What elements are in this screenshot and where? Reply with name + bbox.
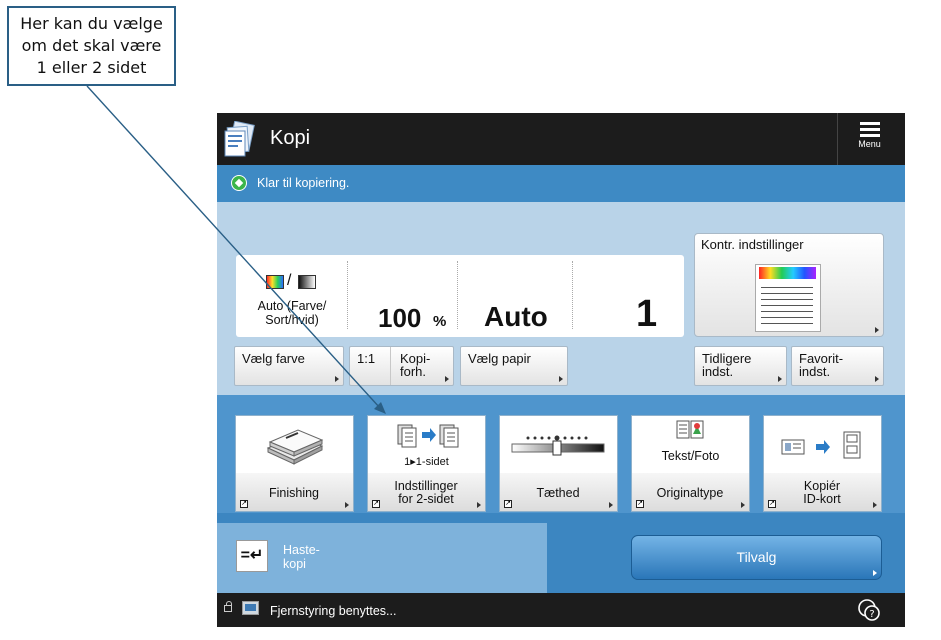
copier-screen: Kopi Menu Klar til kopiering. / Auto (Fa… [217, 113, 905, 627]
ratio-1-1-label: 1:1 [357, 351, 376, 366]
footer-status: Fjernstyring benyttes... [270, 604, 397, 618]
menu-icon [859, 122, 880, 137]
select-color-label: Vælg farve [242, 351, 305, 366]
svg-text:?: ? [869, 609, 874, 620]
id-card-copy-icon [781, 431, 861, 459]
original-type-current: Tekst/Foto [661, 449, 720, 463]
original-type-button[interactable]: Tekst/Foto Originaltype ↗ [631, 415, 750, 512]
copy-settings-summary: / Auto (Farve/ Sort/hvid) 100 % Auto 1 [236, 255, 684, 337]
favorite-settings-label: Favorit- indst. [799, 351, 844, 379]
favorite-settings-button[interactable]: Favorit- indst. [791, 346, 884, 386]
id-card-copy-label: Kopiér ID-kort [803, 479, 841, 506]
select-color-button[interactable]: Vælg farve [234, 346, 344, 386]
finishing-icon [266, 429, 324, 465]
density-icon [511, 435, 605, 456]
density-button[interactable]: Tæthed ↗ [499, 415, 618, 512]
menu-label: Menu [858, 139, 881, 149]
copy-app-icon [224, 121, 255, 157]
express-copy-label[interactable]: Haste- kopi [283, 543, 320, 571]
callout-line-3: 1 eller 2 sidet [36, 58, 147, 77]
original-type-label: Originaltype [656, 486, 724, 500]
annotation-callout: Her kan du vælge om det skal være 1 elle… [7, 6, 176, 86]
menu-button[interactable]: Menu [837, 113, 901, 165]
status-message: Klar til kopiering. [257, 176, 350, 190]
density-label: Tæthed [536, 486, 580, 500]
copy-ratio-label: Kopi- forh. [400, 351, 431, 379]
title-bar: Kopi Menu [217, 113, 905, 165]
check-settings-button[interactable]: Kontr. indstillinger [694, 233, 884, 337]
status-bar: Klar til kopiering. [217, 165, 905, 202]
callout-line-2: om det skal være [21, 36, 162, 55]
select-paper-label: Vælg papir [468, 351, 531, 366]
zoom-unit: % [433, 313, 447, 330]
copy-quantity: 1 [636, 293, 658, 335]
options-label: Tilvalg [736, 549, 777, 565]
remote-monitor-icon [242, 601, 259, 615]
paper-value: Auto [484, 301, 548, 332]
check-settings-label: Kontr. indstillinger [701, 237, 804, 252]
original-type-icon [676, 420, 704, 439]
color-mode-icon: / [266, 272, 326, 289]
zoom-value: 100 [378, 303, 422, 333]
two-sided-current: 1▸1-sidet [404, 456, 449, 468]
lock-icon [224, 601, 232, 612]
ready-icon [231, 175, 247, 191]
previous-settings-label: Tidligere indst. [702, 351, 752, 379]
callout-line-1: Her kan du vælge [20, 14, 163, 33]
app-title: Kopi [270, 127, 311, 149]
id-card-copy-button[interactable]: Kopiér ID-kort ↗ [763, 415, 882, 512]
color-mode-value: Auto (Farve/ Sort/hvid) [257, 299, 327, 327]
document-preview-icon [755, 264, 821, 332]
two-sided-label: Indstillinger for 2-sidet [394, 479, 458, 506]
two-sided-settings-button[interactable]: 1▸1-sidet Indstillinger for 2-sidet ↗ [367, 415, 486, 512]
previous-settings-button[interactable]: Tidligere indst. [694, 346, 787, 386]
express-copy-icon[interactable]: =↵ [236, 540, 268, 572]
footer-bar: Fjernstyring benyttes... ? [217, 593, 905, 627]
options-button[interactable]: Tilvalg [631, 535, 882, 580]
two-sided-icon [397, 424, 459, 448]
help-icon[interactable]: ? [857, 598, 881, 622]
finishing-button[interactable]: Finishing ↗ [235, 415, 354, 512]
copy-ratio-button[interactable]: 1:1 Kopi- forh. [349, 346, 454, 386]
select-paper-button[interactable]: Vælg papir [460, 346, 568, 386]
finishing-label: Finishing [268, 486, 320, 500]
